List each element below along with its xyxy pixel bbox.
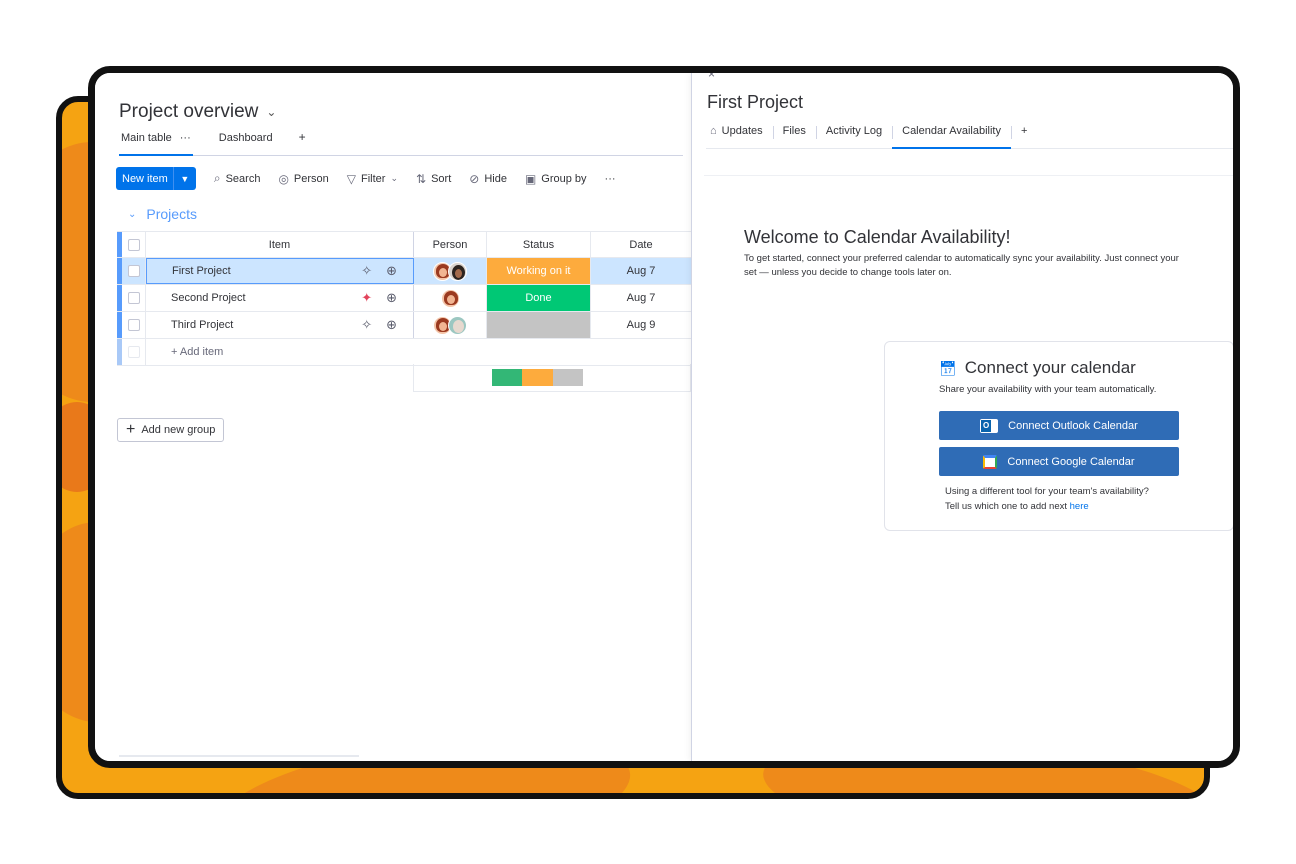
board-area: Project overview ⌄ Main table ··· Dashbo… — [95, 73, 691, 761]
connect-outlook-button[interactable]: Connect Outlook Calendar — [939, 411, 1179, 440]
new-item-button[interactable]: New item ▼ — [116, 167, 196, 190]
avatar — [440, 288, 460, 308]
sort-icon: ⇅ — [416, 171, 427, 186]
board-title[interactable]: Project overview ⌄ — [119, 101, 276, 123]
status-summary-bar[interactable] — [492, 369, 583, 386]
row-checkbox[interactable] — [122, 312, 146, 338]
connect-card-title: 📅︎ Connect your calendar — [939, 358, 1136, 377]
status-summary-segment — [492, 369, 523, 386]
chevron-down-icon: ⌄ — [390, 173, 399, 183]
status-cell[interactable]: Working on it — [487, 258, 591, 284]
divider — [704, 175, 1233, 176]
connect-google-button[interactable]: Connect Google Calendar — [939, 447, 1179, 476]
horizontal-scrollbar[interactable] — [119, 755, 359, 757]
sort-button[interactable]: ⇅ Sort — [416, 172, 451, 186]
person-cell[interactable] — [414, 258, 487, 284]
board-table: Item Person Status Date First Project ✧ … — [117, 231, 691, 366]
app-window: Project overview ⌄ Main table ··· Dashbo… — [88, 66, 1240, 768]
row-checkbox — [122, 339, 146, 365]
status-summary-segment — [552, 369, 583, 386]
welcome-heading: Welcome to Calendar Availability! — [744, 227, 1011, 247]
table-header: Item Person Status Date — [117, 231, 691, 258]
panel-title[interactable]: First Project — [707, 92, 803, 113]
sparkle-outline-icon[interactable]: ✧ — [361, 263, 372, 279]
table-row[interactable]: Second Project ✦ ⊕ Done Aug 7 — [117, 285, 691, 312]
hide-button[interactable]: ⊘ Hide — [469, 172, 507, 186]
item-name-cell[interactable]: First Project ✧ ⊕ — [146, 258, 414, 284]
more-options-button[interactable]: ··· — [605, 173, 616, 185]
tab-updates[interactable]: ⌂ Updates — [706, 121, 773, 149]
status-cell[interactable] — [487, 312, 591, 338]
suggest-tool-link[interactable]: here — [1070, 501, 1089, 512]
tab-dashboard[interactable]: Dashboard — [217, 130, 275, 156]
avatar — [448, 261, 467, 281]
chevron-down-icon[interactable]: ▼ — [174, 174, 196, 184]
connect-calendar-card: 📅︎ Connect your calendar Share your avai… — [884, 341, 1233, 531]
avatar — [448, 315, 467, 335]
person-circle-icon: ◎ — [278, 171, 289, 186]
add-update-icon[interactable]: ⊕ — [386, 263, 397, 279]
outlook-icon — [980, 418, 999, 433]
sparkle-color-icon[interactable]: ✦ — [361, 290, 372, 306]
tab-main-table[interactable]: Main table ··· — [119, 130, 193, 156]
row-checkbox[interactable] — [122, 258, 146, 284]
add-view-button[interactable]: + — [299, 130, 306, 144]
item-name-cell[interactable]: Second Project ✦ ⊕ — [146, 285, 414, 311]
close-icon[interactable]: × — [708, 73, 715, 81]
person-filter-button[interactable]: ◎ Person — [278, 172, 328, 186]
welcome-text: To get started, connect your preferred c… — [744, 253, 1179, 278]
connect-card-subtitle: Share your availability with your team a… — [939, 384, 1157, 395]
item-name-cell[interactable]: Third Project ✧ ⊕ — [146, 312, 414, 338]
tab-calendar-availability[interactable]: Calendar Availability — [892, 121, 1011, 149]
table-row[interactable]: Third Project ✧ ⊕ Aug 9 — [117, 312, 691, 339]
group-title[interactable]: ⌄ Projects — [128, 206, 197, 222]
board-toolbar: New item ▼ ⌕ Search ◎ Person ▽ Filter ⌄ … — [116, 167, 616, 190]
status-summary-row — [413, 364, 691, 392]
add-update-icon[interactable]: ⊕ — [386, 317, 397, 333]
person-cell[interactable] — [414, 285, 487, 311]
select-all-checkbox[interactable] — [122, 232, 146, 257]
column-header-person[interactable]: Person — [414, 232, 487, 257]
search-icon: ⌕ — [213, 171, 221, 185]
add-item-input[interactable]: + Add item — [146, 339, 414, 365]
chevron-down-icon[interactable]: ⌄ — [128, 209, 136, 220]
column-header-item[interactable]: Item — [146, 232, 414, 257]
google-calendar-icon — [983, 454, 998, 469]
eye-off-icon: ⊘ — [469, 171, 480, 186]
plus-icon: + — [126, 421, 136, 438]
tab-activity-log[interactable]: Activity Log — [815, 121, 892, 149]
status-cell[interactable]: Done — [487, 285, 591, 311]
add-update-icon[interactable]: ⊕ — [386, 290, 397, 306]
date-cell[interactable]: Aug 7 — [591, 258, 691, 284]
panel-tabs: ⌂ Updates Files Activity Log Calendar Av… — [706, 121, 1233, 149]
chevron-down-icon: ⌄ — [266, 105, 277, 119]
status-summary-segment — [522, 369, 553, 386]
column-header-date[interactable]: Date — [591, 232, 691, 257]
calendar-icon: 📅︎ — [939, 359, 957, 376]
column-header-status[interactable]: Status — [487, 232, 591, 257]
filter-button[interactable]: ▽ Filter ⌄ — [347, 172, 398, 186]
item-panel: × First Project ⌂ Updates Files Activity… — [691, 73, 1233, 761]
search-button[interactable]: ⌕ Search — [214, 171, 261, 186]
filter-icon: ▽ — [346, 171, 357, 186]
date-cell[interactable]: Aug 9 — [591, 312, 691, 338]
tab-files[interactable]: Files — [772, 121, 816, 149]
connect-card-footer: Using a different tool for your team's a… — [945, 486, 1149, 512]
person-cell[interactable] — [414, 312, 487, 338]
row-checkbox[interactable] — [122, 285, 146, 311]
group-by-icon: ▣ — [524, 171, 537, 186]
sparkle-outline-icon[interactable]: ✧ — [361, 317, 372, 333]
add-group-button[interactable]: + Add new group — [117, 418, 225, 442]
date-cell[interactable]: Aug 7 — [591, 285, 691, 311]
home-icon: ⌂ — [710, 125, 717, 137]
more-icon[interactable]: ··· — [180, 132, 191, 154]
add-item-row[interactable]: + Add item — [117, 339, 691, 366]
group-by-button[interactable]: ▣ Group by — [525, 172, 587, 186]
table-row[interactable]: First Project ✧ ⊕ Working on it Aug 7 — [117, 258, 691, 285]
board-views: Main table ··· Dashboard + — [119, 130, 683, 156]
add-tab-button[interactable]: + — [1010, 121, 1037, 149]
